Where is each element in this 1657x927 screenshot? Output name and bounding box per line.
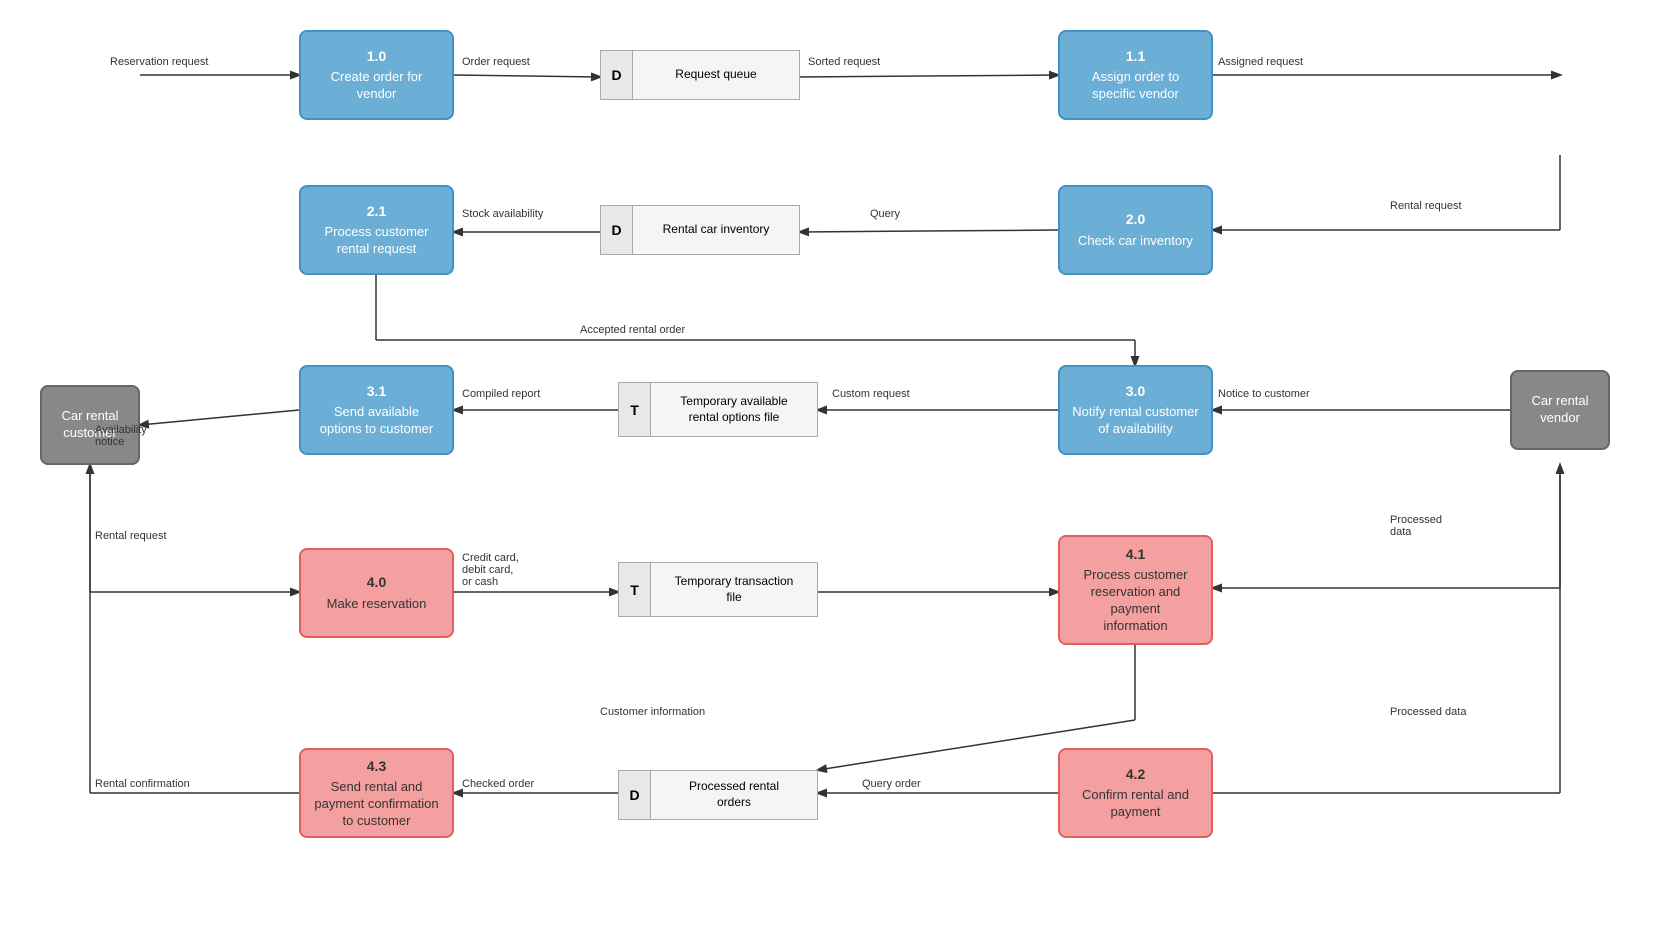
flow-label-rental-request-2: Rental request	[1390, 200, 1462, 212]
flow-label-notice-to-customer: Notice to customer	[1218, 388, 1310, 400]
process-2-0[interactable]: 2.0 Check car inventory	[1058, 185, 1213, 275]
external-entity-vendor: Car rental vendor	[1510, 370, 1610, 450]
flow-label-customer-information: Customer information	[600, 706, 705, 718]
flow-label-rental-confirmation: Rental confirmation	[95, 778, 190, 790]
arrows-layer	[0, 0, 1657, 927]
flow-label-accepted-rental-order: Accepted rental order	[580, 324, 685, 336]
flow-label-custom-request: Custom request	[832, 388, 910, 400]
flow-label-credit-card: Credit card,debit card,or cash	[462, 552, 519, 588]
flow-label-checked-order: Checked order	[462, 778, 534, 790]
flow-label-processed-data-1: Processeddata	[1390, 514, 1442, 538]
process-1-1[interactable]: 1.1 Assign order tospecific vendor	[1058, 30, 1213, 120]
flow-label-reservation-request: Reservation request	[110, 56, 208, 68]
flow-label-availability-notice: Availabilitynotice	[95, 424, 147, 448]
datastore-rental-car-inventory: D Rental car inventory	[600, 205, 800, 255]
process-4-2[interactable]: 4.2 Confirm rental andpayment	[1058, 748, 1213, 838]
process-3-0[interactable]: 3.0 Notify rental customerof availabilit…	[1058, 365, 1213, 455]
flow-label-assigned-request: Assigned request	[1218, 56, 1303, 68]
flow-label-stock-availability: Stock availability	[462, 208, 543, 220]
flow-label-rental-request-4: Rental request	[95, 530, 167, 542]
flow-label-sorted-request: Sorted request	[808, 56, 880, 68]
datastore-processed-orders: D Processed rentalorders	[618, 770, 818, 820]
flow-label-query: Query	[870, 208, 900, 220]
process-4-3[interactable]: 4.3 Send rental andpayment confirmationt…	[299, 748, 454, 838]
flow-label-compiled-report: Compiled report	[462, 388, 540, 400]
process-2-1[interactable]: 2.1 Process customerrental request	[299, 185, 454, 275]
datastore-request-queue: D Request queue	[600, 50, 800, 100]
flow-label-query-order: Query order	[862, 778, 921, 790]
flow-label-order-request: Order request	[462, 56, 530, 68]
process-4-1[interactable]: 4.1 Process customerreservation andpayme…	[1058, 535, 1213, 645]
flow-label-processed-data-2: Processed data	[1390, 706, 1466, 718]
datastore-temp-rental-options: T Temporary availablerental options file	[618, 382, 818, 437]
process-4-0[interactable]: 4.0 Make reservation	[299, 548, 454, 638]
process-3-1[interactable]: 3.1 Send availableoptions to customer	[299, 365, 454, 455]
datastore-temp-transaction: T Temporary transactionfile	[618, 562, 818, 617]
process-1-0[interactable]: 1.0 Create order forvendor	[299, 30, 454, 120]
dfd-diagram: Car rental customer Car rental vendor 1.…	[0, 0, 1657, 927]
